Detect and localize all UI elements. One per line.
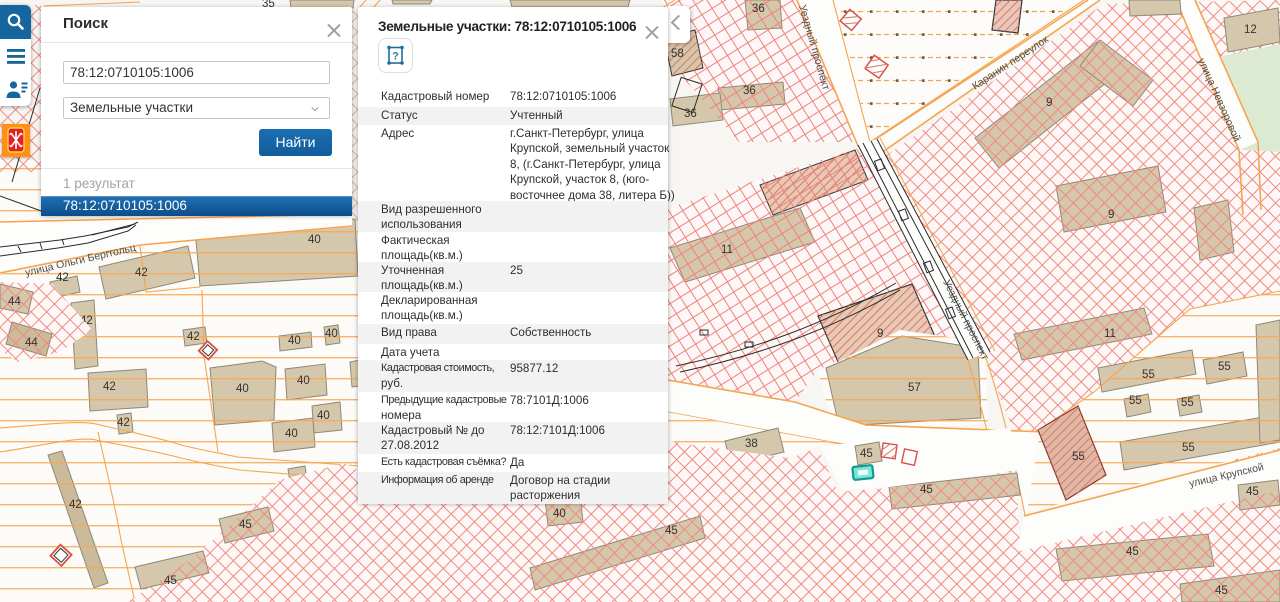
svg-text:40: 40 [285, 428, 298, 440]
svg-text:45: 45 [860, 448, 873, 460]
svg-text:40: 40 [308, 234, 321, 246]
svg-text:45: 45 [164, 575, 177, 587]
svg-text:9: 9 [1046, 97, 1052, 109]
svg-text:44: 44 [8, 296, 21, 308]
svg-text:9: 9 [877, 328, 883, 340]
svg-text:55: 55 [1182, 442, 1195, 454]
svg-text:55: 55 [1142, 369, 1155, 381]
svg-text:55: 55 [1072, 451, 1085, 463]
svg-text:45: 45 [920, 484, 933, 496]
svg-text:58: 58 [671, 48, 684, 60]
svg-text:36: 36 [684, 108, 697, 120]
svg-text:40: 40 [236, 383, 249, 395]
svg-text:45: 45 [1126, 546, 1139, 558]
svg-text:55: 55 [1181, 397, 1194, 409]
svg-text:40: 40 [317, 410, 330, 422]
svg-text:40: 40 [288, 335, 301, 347]
svg-text:11: 11 [1104, 328, 1116, 340]
svg-text:45: 45 [239, 519, 252, 531]
svg-text:42: 42 [103, 381, 116, 393]
svg-text:42: 42 [187, 331, 200, 343]
svg-text:42: 42 [135, 267, 148, 279]
svg-text:55: 55 [1129, 395, 1142, 407]
svg-text:?: ? [392, 51, 399, 63]
svg-text:9: 9 [1108, 209, 1114, 221]
svg-text:42: 42 [69, 499, 82, 511]
svg-text:44: 44 [25, 337, 38, 349]
svg-text:36: 36 [752, 3, 765, 15]
svg-text:42: 42 [117, 417, 130, 429]
svg-text:38: 38 [745, 438, 758, 450]
svg-text:57: 57 [908, 382, 921, 394]
svg-text:45: 45 [1215, 585, 1228, 597]
svg-text:40: 40 [553, 508, 566, 520]
svg-text:45: 45 [665, 525, 678, 537]
svg-text:42: 42 [56, 272, 69, 284]
svg-text:40: 40 [325, 328, 338, 340]
svg-text:55: 55 [1218, 361, 1231, 373]
svg-text:11: 11 [721, 244, 733, 256]
svg-text:12: 12 [1244, 24, 1257, 36]
svg-text:36: 36 [743, 85, 756, 97]
svg-text:45: 45 [1246, 486, 1259, 498]
svg-text:40: 40 [297, 375, 310, 387]
